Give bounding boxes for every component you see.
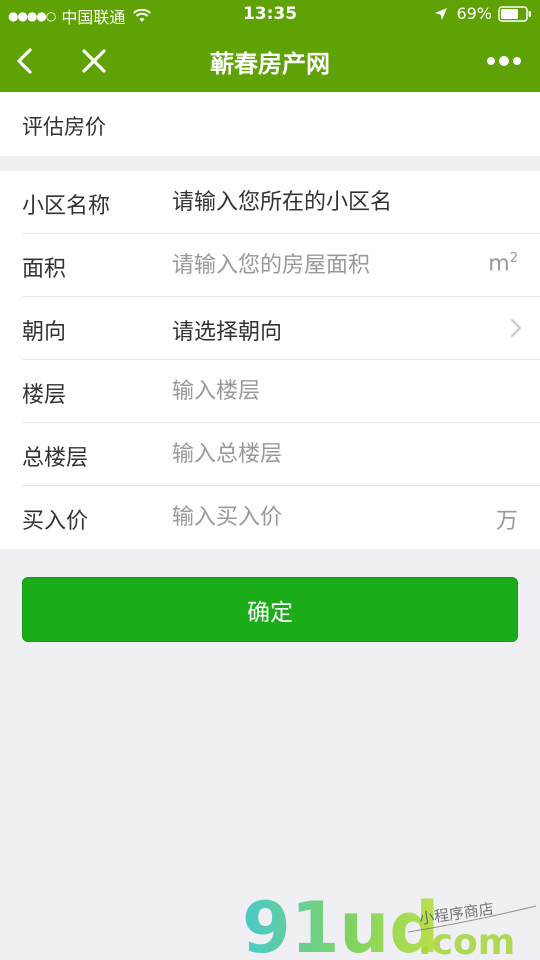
section-title: 评估房价: [22, 115, 106, 139]
close-icon[interactable]: [80, 45, 108, 77]
price-label: 买入价: [22, 509, 89, 534]
total-floors-input[interactable]: [172, 433, 472, 475]
price-unit: 万: [495, 509, 518, 534]
floor-label: 楼层: [22, 383, 67, 408]
price-input[interactable]: [172, 496, 472, 538]
back-icon[interactable]: [10, 42, 42, 80]
orientation-label: 朝向: [22, 320, 67, 345]
chevron-right-icon: [510, 318, 522, 338]
form-row-total-floors: 总楼层: [0, 423, 540, 486]
battery-icon: [498, 5, 531, 22]
community-label: 小区名称: [22, 194, 111, 219]
area-unit-base: m: [488, 251, 510, 277]
battery-percentage: 69%: [456, 4, 492, 23]
community-input[interactable]: [172, 181, 472, 223]
more-icon[interactable]: [486, 52, 522, 70]
location-arrow-icon: [435, 7, 448, 20]
area-input[interactable]: [172, 244, 472, 286]
navigation-bar: 蕲春房产网: [0, 30, 540, 92]
area-unit-exponent: 2: [509, 251, 518, 266]
status-right: 69%: [434, 4, 532, 23]
floor-input[interactable]: [172, 370, 472, 412]
status-bar: ●●●●○ 中国联通 13:35 69%: [0, 0, 540, 30]
section-header: 评估房价: [0, 92, 540, 156]
area-unit: m2: [488, 251, 518, 276]
form-row-area: 面积 m2: [0, 234, 540, 297]
valuation-form: 小区名称 面积 m2 朝向 请选择朝向 楼层 总楼层 买入价 万: [0, 171, 540, 549]
orientation-select[interactable]: 请选择朝向: [172, 314, 282, 346]
form-row-orientation[interactable]: 朝向 请选择朝向: [0, 297, 540, 360]
form-row-price: 买入价 万: [0, 486, 540, 549]
form-row-community: 小区名称: [0, 171, 540, 234]
watermark-logo: 91ud .com 小程序商店: [242, 888, 537, 960]
watermark-brand: 91ud: [242, 888, 439, 960]
form-row-floor: 楼层: [0, 360, 540, 423]
total-floors-label: 总楼层: [22, 446, 89, 471]
confirm-button[interactable]: 确定: [22, 577, 518, 642]
area-label: 面积: [22, 257, 67, 282]
